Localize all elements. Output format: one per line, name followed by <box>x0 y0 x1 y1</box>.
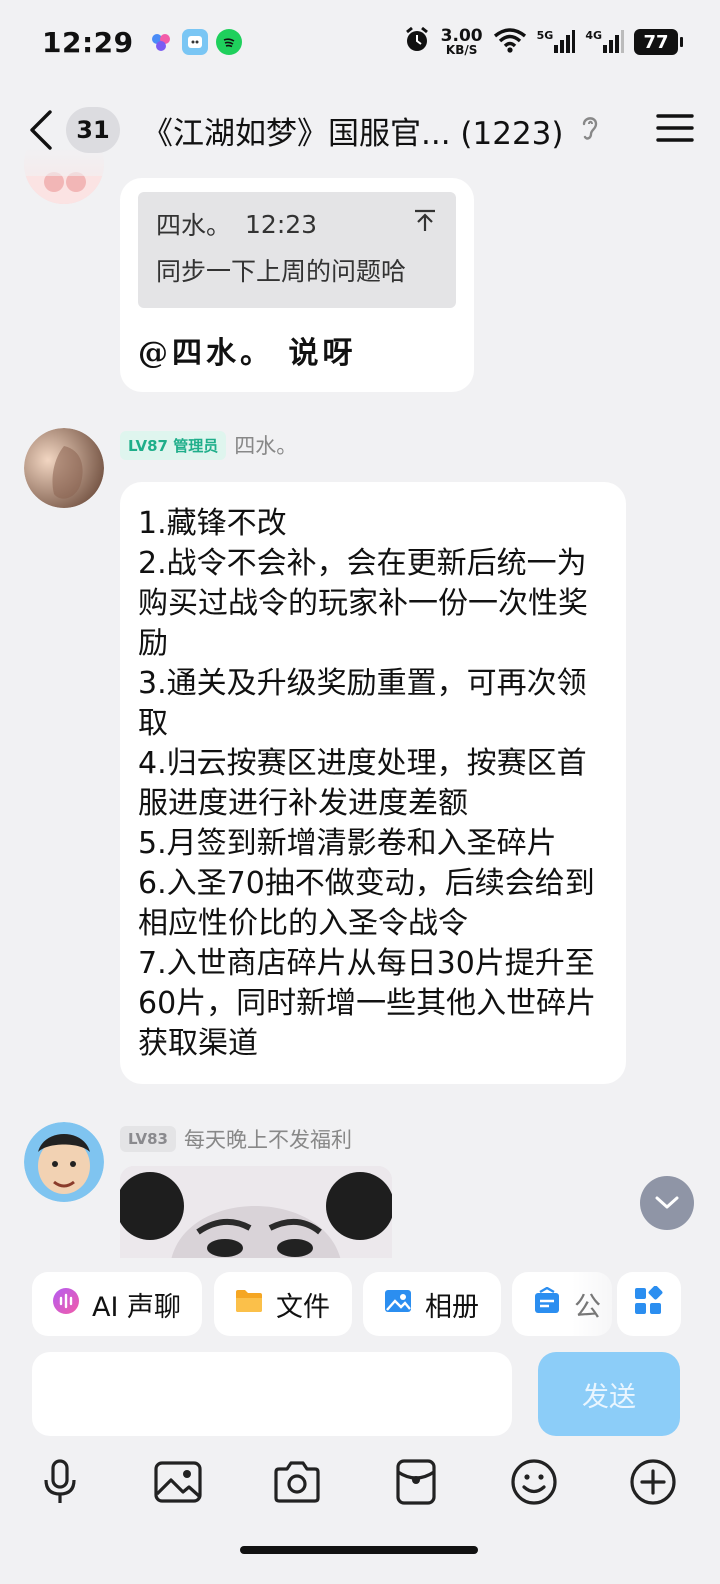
menu-icon[interactable] <box>656 112 694 148</box>
back-button[interactable] <box>26 105 62 155</box>
emoji-button[interactable] <box>504 1454 564 1514</box>
ai-voice-chat-button[interactable]: AI 声聊 <box>32 1272 202 1336</box>
app-notification-icon <box>181 29 208 55</box>
status-bar: 12:29 3.00 KB/S 5G 4G 77 <box>0 0 720 84</box>
home-indicator[interactable] <box>240 1546 478 1554</box>
quick-action-label: 公 <box>574 1291 601 1323</box>
image-icon <box>153 1460 203 1508</box>
announcement-button[interactable]: 公 <box>512 1272 612 1336</box>
sender-name[interactable]: 四水。 <box>234 430 297 460</box>
quoted-message[interactable]: 四水。 12:23 同步一下上周的问题哈 <box>138 192 456 308</box>
apps-grid-icon <box>633 1285 663 1323</box>
message-list[interactable]: 四水。 12:23 同步一下上周的问题哈 @四水。 说呀 LV87 管理员 四水… <box>0 0 720 1258</box>
toolbar <box>0 1454 720 1520</box>
status-time: 12:29 <box>42 25 134 59</box>
camera-button[interactable] <box>267 1454 327 1514</box>
microphone-icon <box>40 1458 80 1510</box>
chat-title[interactable]: 《江湖如梦》国服官... (1223) <box>142 108 564 153</box>
more-apps-button[interactable] <box>617 1272 681 1336</box>
file-button[interactable]: 文件 <box>214 1272 352 1336</box>
level-badge: LV83 <box>120 1126 176 1152</box>
quick-actions-bar[interactable]: AI 声聊 文件 相册 公 <box>32 1272 720 1338</box>
more-button[interactable] <box>623 1454 683 1514</box>
ear-icon[interactable] <box>578 113 602 147</box>
signal-4g-icon: 4G <box>585 29 624 55</box>
sender-meta: LV87 管理员 四水。 <box>120 430 297 460</box>
camera-icon <box>272 1460 322 1508</box>
message-text: 1.藏锋不改 2.战令不会补，会在更新后统一为购买过战令的玩家补一份一次性奖励 … <box>138 506 597 1061</box>
scroll-to-bottom-button[interactable] <box>640 1176 694 1230</box>
input-panel: AI 声聊 文件 相册 公 发送 <box>0 1258 720 1584</box>
unread-count-badge[interactable]: 31 <box>66 107 120 153</box>
album-icon <box>383 1287 413 1322</box>
quick-action-label: 相册 <box>425 1291 479 1323</box>
quote-author: 四水。 <box>156 211 232 240</box>
ai-voice-icon <box>52 1287 80 1322</box>
quick-action-label: 文件 <box>276 1291 330 1323</box>
announcement-icon <box>532 1286 562 1322</box>
wifi-icon <box>493 27 527 57</box>
quote-time: 12:23 <box>245 209 318 239</box>
chat-header: 31 《江湖如梦》国服官... (1223) <box>0 84 720 176</box>
reply-text: @四水。 说呀 <box>138 336 357 371</box>
voice-button[interactable] <box>30 1454 90 1514</box>
sticker-image[interactable] <box>120 1166 392 1258</box>
network-speed: 3.00 KB/S <box>440 26 483 57</box>
plus-circle-icon <box>629 1458 677 1510</box>
avatar[interactable] <box>24 428 104 508</box>
alarm-icon <box>403 26 431 58</box>
sender-meta: LV83 每天晚上不发福利 <box>120 1124 352 1154</box>
message-bubble[interactable]: 1.藏锋不改 2.战令不会补，会在更新后统一为购买过战令的玩家补一份一次性奖励 … <box>120 482 626 1084</box>
signal-5g-icon: 5G <box>537 29 576 55</box>
red-packet-icon <box>394 1458 438 1510</box>
avatar[interactable] <box>24 1122 104 1202</box>
folder-icon <box>234 1288 264 1321</box>
sender-name[interactable]: 每天晚上不发福利 <box>184 1124 352 1154</box>
reply-bubble[interactable]: 四水。 12:23 同步一下上周的问题哈 @四水。 说呀 <box>120 178 474 392</box>
jump-to-top-icon[interactable] <box>412 208 438 240</box>
quote-text: 同步一下上周的问题哈 <box>156 257 407 286</box>
message-input[interactable] <box>32 1352 512 1436</box>
admin-level-badge: LV87 管理员 <box>120 430 227 460</box>
battery-indicator: 77 <box>634 29 683 55</box>
notification-icons <box>148 29 242 55</box>
red-packet-button[interactable] <box>386 1454 446 1514</box>
quick-action-label: AI 声聊 <box>92 1291 182 1323</box>
emoji-icon <box>510 1458 558 1510</box>
send-button[interactable]: 发送 <box>538 1352 680 1436</box>
album-button[interactable]: 相册 <box>363 1272 501 1336</box>
app-notification-icon <box>215 29 242 55</box>
app-notification-icon <box>148 29 174 55</box>
image-button[interactable] <box>148 1454 208 1514</box>
